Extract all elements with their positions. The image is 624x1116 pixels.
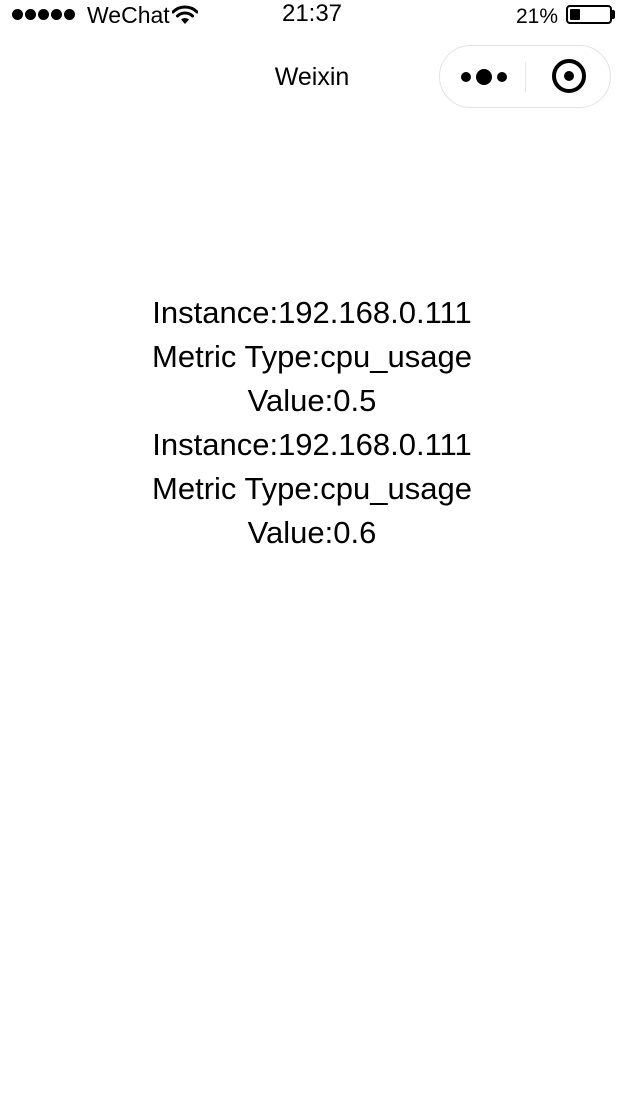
record-metric-type: Metric Type:cpu_usage [152, 471, 472, 506]
record-metric-type: Metric Type:cpu_usage [152, 339, 472, 374]
battery-icon [566, 5, 612, 24]
more-dots-icon [461, 69, 507, 85]
battery-tip [612, 10, 615, 19]
metric-record: Instance:192.168.0.111 Metric Type:cpu_u… [0, 291, 624, 423]
metrics-list: Instance:192.168.0.111 Metric Type:cpu_u… [0, 291, 624, 555]
record-instance: Instance:192.168.0.111 [152, 427, 472, 462]
capsule-divider [525, 62, 526, 92]
battery-level-fill [570, 9, 580, 20]
status-bar: WeChat 21:37 21% [0, 0, 624, 32]
battery-percent: 21% [515, 5, 558, 28]
close-target-dot [564, 71, 574, 81]
record-instance: Instance:192.168.0.111 [152, 295, 472, 330]
mini-program-capsule [439, 45, 611, 108]
close-button[interactable] [542, 54, 600, 98]
metric-record: Instance:192.168.0.111 Metric Type:cpu_u… [0, 423, 624, 555]
record-value: Value:0.5 [247, 383, 377, 418]
more-button[interactable] [454, 54, 512, 98]
record-value: Value:0.6 [247, 515, 377, 550]
close-target-icon [552, 59, 586, 93]
